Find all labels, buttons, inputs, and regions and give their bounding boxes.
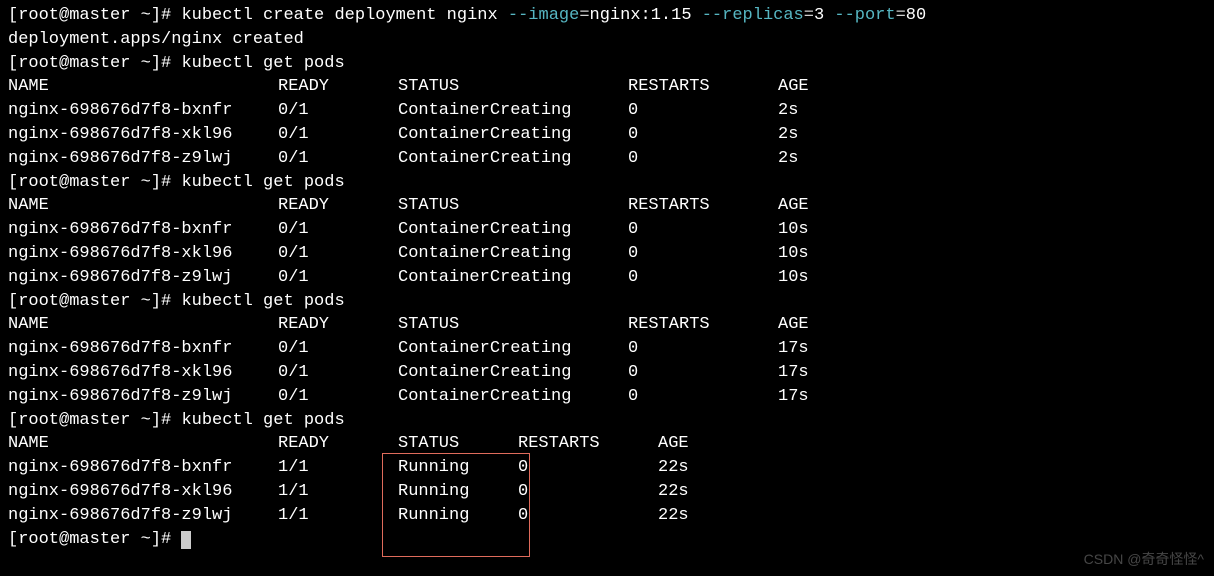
watermark-text: CSDN @奇奇怪怪^	[1084, 550, 1204, 570]
table-row: nginx-698676d7f8-xkl960/1ContainerCreati…	[8, 361, 1206, 385]
table-row: nginx-698676d7f8-bxnfr0/1ContainerCreati…	[8, 218, 1206, 242]
col-name: NAME	[8, 75, 278, 99]
table-row: nginx-698676d7f8-bxnfr0/1ContainerCreati…	[8, 99, 1206, 123]
prompt-bracket: [	[8, 6, 18, 25]
terminal-line: [root@master ~]# kubectl get pods	[8, 409, 1206, 433]
col-age: AGE	[778, 75, 809, 99]
table-header: NAME READY STATUS RESTARTS AGE	[8, 194, 1206, 218]
cursor-icon	[181, 531, 191, 549]
col-restarts: RESTARTS	[628, 75, 778, 99]
command-text: kubectl create deployment nginx	[181, 6, 507, 25]
flag-image: --image	[508, 6, 579, 25]
flag-port: --port	[834, 6, 895, 25]
terminal-line: [root@master ~]# kubectl get pods	[8, 171, 1206, 195]
col-ready: READY	[278, 75, 398, 99]
table-header: NAME READY STATUS RESTARTS AGE	[8, 432, 1206, 456]
table-row: nginx-698676d7f8-z9lwj1/1Running022s	[8, 504, 1206, 528]
table-row: nginx-698676d7f8-xkl960/1ContainerCreati…	[8, 242, 1206, 266]
table-row: nginx-698676d7f8-z9lwj0/1ContainerCreati…	[8, 266, 1206, 290]
col-status: STATUS	[398, 75, 628, 99]
table-row: nginx-698676d7f8-z9lwj0/1ContainerCreati…	[8, 385, 1206, 409]
table-header: NAME READY STATUS RESTARTS AGE	[8, 313, 1206, 337]
flag-replicas: --replicas	[702, 6, 804, 25]
command-text: kubectl get pods	[181, 54, 344, 73]
table-row: nginx-698676d7f8-xkl960/1ContainerCreati…	[8, 123, 1206, 147]
terminal-prompt-line[interactable]: [root@master ~]#	[8, 528, 1206, 552]
terminal-line: [root@master ~]# kubectl get pods	[8, 52, 1206, 76]
table-row: nginx-698676d7f8-bxnfr0/1ContainerCreati…	[8, 337, 1206, 361]
output-line: deployment.apps/nginx created	[8, 28, 1206, 52]
table-row: nginx-698676d7f8-xkl961/1Running022s	[8, 480, 1206, 504]
terminal-line: [root@master ~]# kubectl get pods	[8, 290, 1206, 314]
table-row: nginx-698676d7f8-z9lwj0/1ContainerCreati…	[8, 147, 1206, 171]
table-header: NAME READY STATUS RESTARTS AGE	[8, 75, 1206, 99]
prompt-userhost: root@master ~	[18, 6, 151, 25]
terminal-line: [root@master ~]# kubectl create deployme…	[8, 4, 1206, 28]
table-row: nginx-698676d7f8-bxnfr1/1Running022s	[8, 456, 1206, 480]
